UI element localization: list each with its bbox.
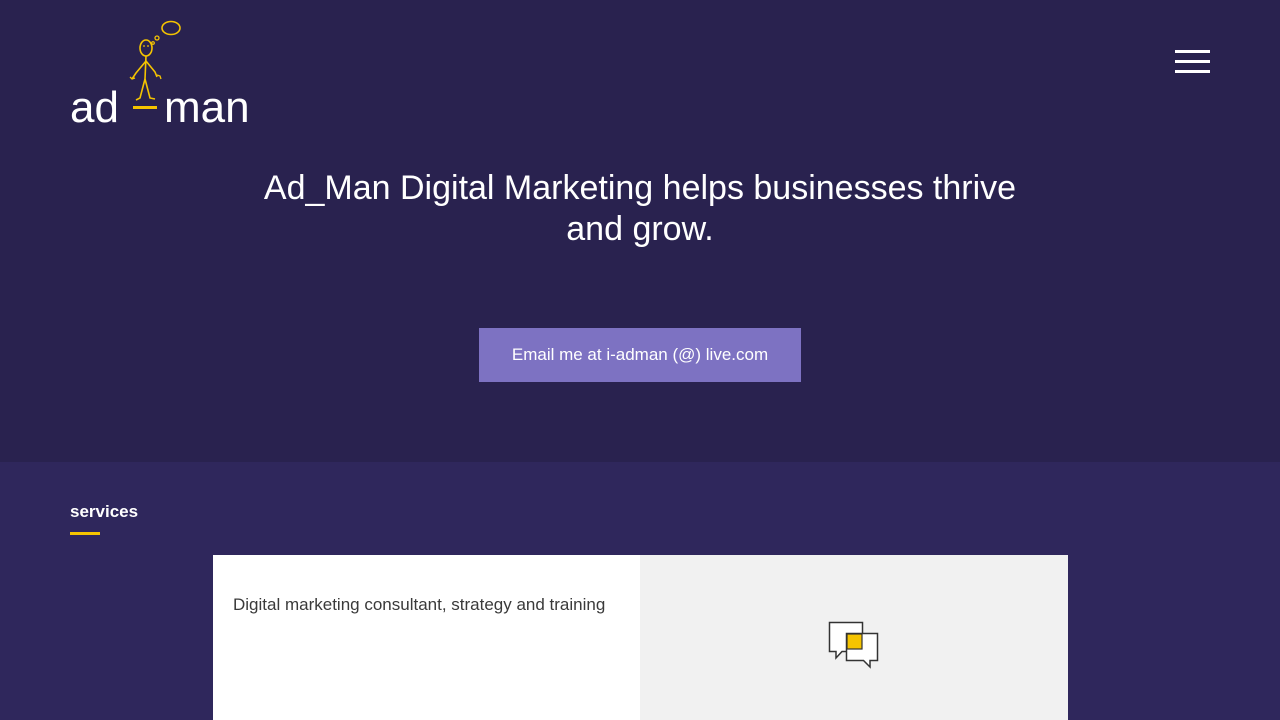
logo-word-man: man [164,83,250,132]
email-cta-button[interactable]: Email me at i-adman (@) live.com [479,328,801,382]
menu-bar-top [1175,50,1210,53]
service-card[interactable]: Digital marketing consultant, strategy a… [213,555,1068,720]
logo-word-ad: ad [70,83,119,132]
menu-bar-middle [1175,60,1210,63]
services-section: services Digital marketing consultant, s… [0,462,1280,720]
adman-logo[interactable]: ad man [70,16,260,130]
service-card-icon-panel [640,555,1068,720]
hamburger-menu-icon[interactable] [1172,46,1212,78]
hero-section: ad man Ad_Man Digital Marketing helps bu… [0,0,1280,462]
chat-bubbles-icon [828,621,879,669]
service-card-text-panel: Digital marketing consultant, strategy a… [213,555,640,720]
hero-headline: Ad_Man Digital Marketing helps businesse… [263,169,1017,248]
service-card-title: Digital marketing consultant, strategy a… [233,595,606,614]
services-heading: services [70,502,139,521]
services-heading-underline [70,532,100,535]
menu-bar-bottom [1175,70,1210,73]
